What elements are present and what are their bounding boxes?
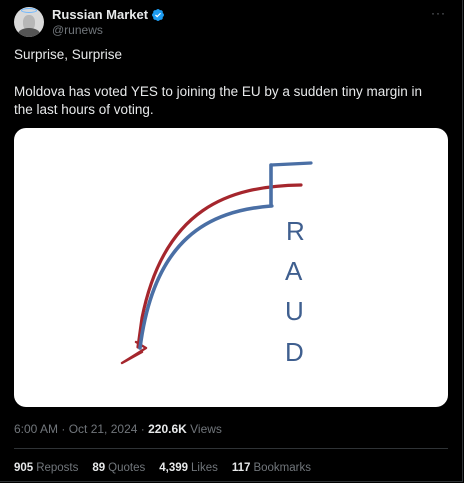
tweet-header: Russian Market @runews [14, 4, 165, 40]
halo-icon [21, 8, 37, 13]
avatar-body [18, 28, 40, 37]
author-handle[interactable]: @runews [52, 23, 165, 37]
stat-reposts[interactable]: 905 Reposts [14, 462, 78, 474]
stat-likes[interactable]: 4,399 Likes [159, 462, 218, 474]
bookmarks-count: 117 [231, 462, 251, 474]
quotes-label: Quotes [108, 462, 146, 474]
divider [14, 448, 448, 449]
letter-u: U [285, 296, 304, 326]
quotes-count: 89 [92, 462, 106, 474]
letter-a: A [285, 256, 303, 286]
reposts-label: Reposts [36, 462, 79, 474]
tweet-image[interactable]: R A U D [14, 128, 448, 407]
likes-count: 4,399 [159, 462, 189, 474]
meta-separator: · [137, 422, 149, 436]
name-row: Russian Market [52, 7, 165, 22]
avatar[interactable] [14, 7, 44, 37]
fraud-illustration: R A U D [120, 161, 313, 367]
views-label: Views [186, 422, 222, 436]
stat-bookmarks[interactable]: 117 Bookmarks [232, 462, 311, 474]
tweet-text-line1: Surprise, Surprise [14, 47, 123, 62]
reposts-count: 905 [14, 462, 34, 474]
tweet-text-body: Moldova has voted YES to joining the EU … [14, 84, 422, 117]
display-name[interactable]: Russian Market [52, 7, 148, 22]
tweet-time[interactable]: 6:00 AM [14, 422, 58, 436]
red-arrowhead [120, 340, 148, 365]
verified-badge-icon [152, 8, 165, 21]
tweet-meta: 6:00 AM · Oct 21, 2024 · 220.6K Views [14, 422, 222, 436]
likes-label: Likes [191, 462, 218, 474]
views-count: 220.6K [148, 422, 187, 436]
author-names: Russian Market @runews [52, 7, 165, 37]
bookmarks-label: Bookmarks [253, 462, 311, 474]
f-top-bar [269, 161, 313, 167]
engagement-stats: 905 Reposts 89 Quotes 4,399 Likes 117 Bookma… [14, 462, 325, 474]
stat-quotes[interactable]: 89 Quotes [92, 462, 145, 474]
tweet-card: Russian Market @runews ··· Surprise, Sur… [0, 0, 463, 482]
red-arc [136, 183, 303, 349]
meta-separator: · [58, 422, 69, 436]
letter-r: R [286, 216, 305, 246]
letter-d: D [285, 337, 304, 367]
blue-arc [138, 163, 273, 350]
more-options-icon[interactable]: ··· [431, 6, 446, 20]
tweet-date[interactable]: Oct 21, 2024 [69, 422, 138, 436]
